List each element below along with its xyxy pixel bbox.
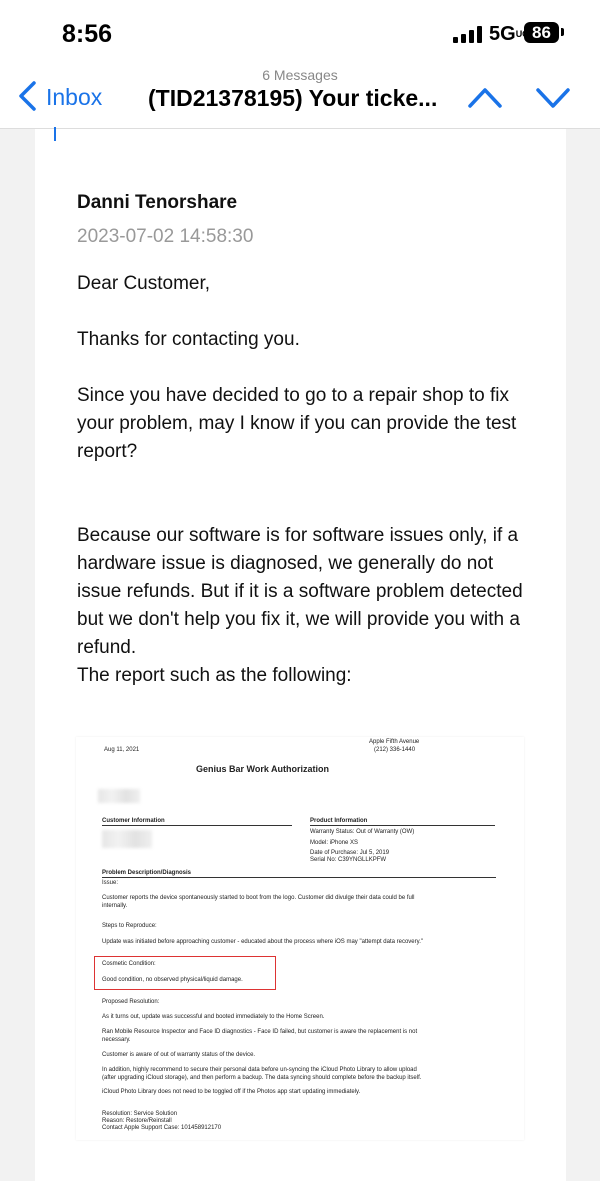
cosmetic-label: Cosmetic Condition: bbox=[102, 961, 156, 967]
customer-info-heading: Customer Information bbox=[102, 818, 165, 824]
report-title: Genius Bar Work Authorization bbox=[196, 764, 330, 774]
status-time: 8:56 bbox=[62, 20, 113, 48]
email-paragraph: Dear Customer, bbox=[77, 273, 211, 294]
divider bbox=[102, 877, 496, 878]
divider bbox=[102, 825, 292, 826]
redacted-customer bbox=[102, 830, 152, 848]
footer-reason: Reason: Restore/Reinstall bbox=[102, 1118, 172, 1124]
redacted-name bbox=[98, 789, 140, 803]
email-date: 2023-07-02 14:58:30 bbox=[77, 226, 254, 247]
steps-label: Steps to Reproduce: bbox=[102, 923, 157, 929]
report-phone: (212) 336-1440 bbox=[374, 747, 416, 753]
cosmetic-text: Good condition, no observed physical/liq… bbox=[102, 977, 243, 983]
steps-text: Update was initiated before approaching … bbox=[102, 939, 423, 945]
footer-case: Contact Apple Support Case: 101458912170 bbox=[102, 1125, 222, 1131]
email-paragraph: The report such as the following: bbox=[77, 665, 352, 686]
email-paragraph: Thanks for contacting you. bbox=[77, 329, 300, 350]
report-store: Apple Fifth Avenue bbox=[369, 739, 420, 745]
issue-text: internally. bbox=[102, 903, 128, 909]
resolution-text: necessary. bbox=[102, 1037, 131, 1043]
battery-tip bbox=[561, 28, 564, 36]
resolution-text: Customer is aware of out of warranty sta… bbox=[102, 1052, 256, 1058]
warranty-status: Warranty Status: Out of Warranty (OW) bbox=[310, 829, 415, 835]
divider bbox=[310, 825, 495, 826]
sender-name[interactable]: Danni Tenorshare bbox=[77, 192, 237, 214]
chevron-down-icon[interactable] bbox=[534, 84, 572, 110]
footer-resolution: Resolution: Service Solution bbox=[102, 1111, 178, 1117]
issue-text: Customer reports the device spontaneousl… bbox=[102, 895, 415, 901]
chevron-left-icon[interactable] bbox=[16, 80, 42, 112]
resolution-text: As it turns out, update was successful a… bbox=[102, 1014, 325, 1020]
resolution-text: Ran Mobile Resource Inspector and Face I… bbox=[102, 1029, 418, 1035]
model: Model: iPhone XS bbox=[310, 840, 359, 846]
resolution-text: In addition, highly recommend to secure … bbox=[102, 1067, 417, 1073]
text-cursor bbox=[54, 127, 56, 141]
chevron-up-icon[interactable] bbox=[466, 84, 504, 110]
battery-icon: 86 bbox=[524, 22, 559, 43]
report-date: Aug 11, 2021 bbox=[104, 747, 140, 753]
email-paragraph: Because our software is for software iss… bbox=[77, 525, 523, 658]
message-count: 6 Messages bbox=[262, 67, 338, 83]
back-to-inbox-button[interactable]: Inbox bbox=[46, 84, 102, 111]
network-indicator: 5GUC bbox=[489, 23, 529, 45]
report-image[interactable]: Aug 11, 2021 Apple Fifth Avenue (212) 33… bbox=[76, 737, 524, 1140]
serial-number: Serial No: C39YNGLLKPFW bbox=[310, 857, 387, 863]
thread-subject: (TID21378195) Your ticke... bbox=[148, 85, 438, 111]
issue-label: Issue: bbox=[102, 880, 119, 886]
resolution-label: Proposed Resolution: bbox=[102, 999, 160, 1005]
status-bar: 8:56 5GUC 86 bbox=[0, 0, 600, 62]
signal-icon bbox=[453, 26, 483, 43]
mail-nav-bar: Inbox 6 Messages (TID21378195) Your tick… bbox=[0, 62, 600, 129]
product-info-heading: Product Information bbox=[310, 818, 368, 824]
resolution-text: (after upgrading iCloud storage), and th… bbox=[102, 1075, 422, 1081]
purchase-date: Date of Purchase: Jul 5, 2019 bbox=[310, 850, 390, 856]
email-paragraph: Since you have decided to go to a repair… bbox=[77, 385, 517, 462]
resolution-text: iCloud Photo Library does not need to be… bbox=[102, 1089, 361, 1095]
problem-heading: Problem Description/Diagnosis bbox=[102, 870, 192, 876]
